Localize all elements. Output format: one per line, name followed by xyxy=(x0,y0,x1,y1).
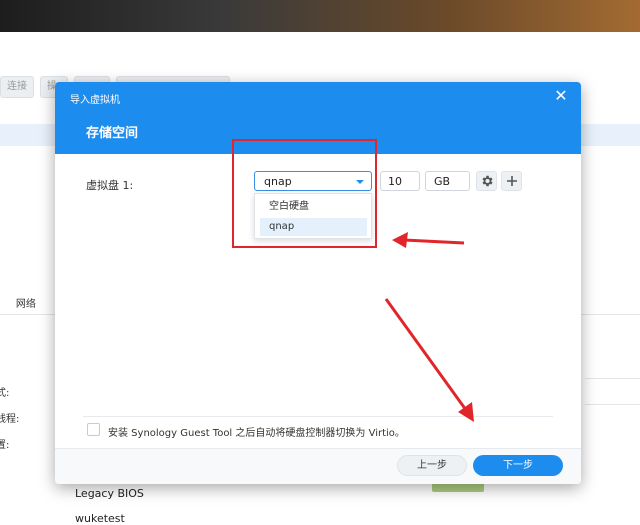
annotation-arrow-down xyxy=(384,298,474,422)
annotation-arrows xyxy=(384,232,474,422)
annotation-arrow-left xyxy=(392,232,465,248)
